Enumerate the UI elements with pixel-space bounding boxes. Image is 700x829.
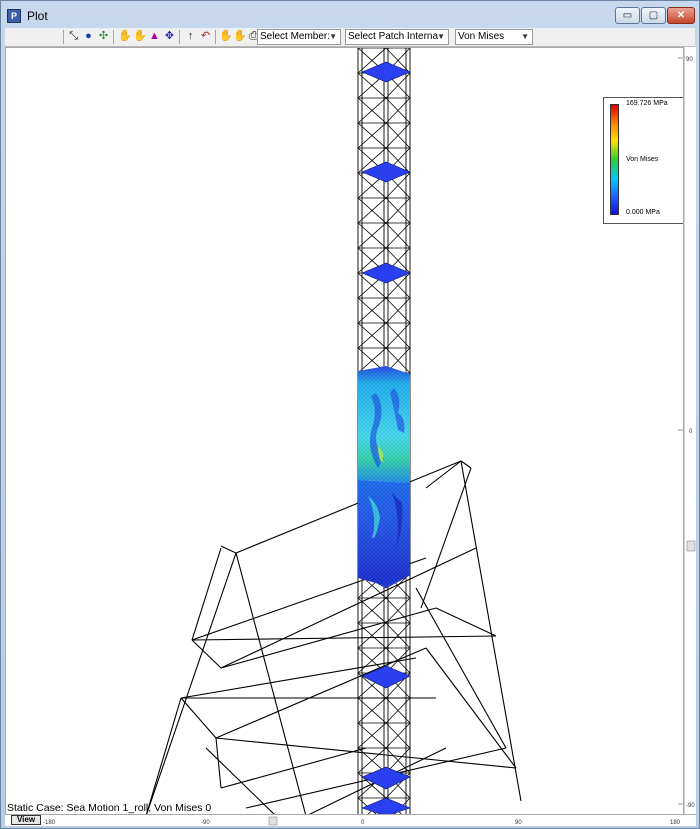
status-text: Static Case: Sea Motion 1_roll, Von Mise… [7,802,212,814]
toolbar-separator [179,30,180,44]
zoom-out-icon[interactable]: ✋ [233,30,247,43]
x-tick: -180 [43,820,56,826]
result-type-dropdown[interactable]: Von Mises ▼ [455,29,533,45]
isometric-view-icon[interactable]: ⤡ [67,30,80,43]
render-sphere-icon[interactable]: ● [82,30,95,43]
plane-view-icon[interactable]: ✣ [97,30,110,43]
maximize-button[interactable]: ▢ [641,7,666,24]
legend-min-value: 0.000 MPa [626,209,660,216]
legend-max-value: 169.726 MPa [626,100,668,107]
x-tick: -90 [201,820,210,826]
stress-legend: 169.726 MPa Von Mises 0.000 MPa [603,97,683,224]
rotate-z-icon[interactable]: ▲ [148,30,161,43]
vertical-scroll-thumb [686,540,696,552]
select-patch-dropdown[interactable]: Select Patch Interna ▼ [345,29,449,45]
toolbar-separator [215,30,216,44]
close-button[interactable]: ✕ [667,7,695,24]
result-type-label: Von Mises [458,31,505,42]
window-title: Plot [27,9,48,23]
plot-canvas[interactable]: 169.726 MPa Von Mises 0.000 MPa [5,47,684,815]
plot-app-icon[interactable]: P [7,9,21,23]
select-patch-label: Select Patch Interna [348,31,439,42]
jacket-frame [146,460,522,814]
minimize-button[interactable]: ▭ [615,7,640,24]
y-tick: -90 [686,803,695,809]
legend-label: Von Mises [626,156,659,163]
chevron-down-icon: ▼ [329,32,337,41]
y-tick: 0 [689,429,693,435]
x-tick: 180 [670,820,681,826]
horizontal-scroll-thumb [268,816,278,826]
chevron-down-icon: ▼ [437,32,445,41]
rotate-x-icon[interactable]: ✋ [118,30,132,43]
chevron-down-icon: ▼ [521,32,529,41]
zoom-in-icon[interactable]: ✋ [219,30,233,43]
toolbar-separator [113,30,114,44]
x-tick: 0 [361,820,365,826]
stress-contour-patch [358,366,410,586]
rotate-y-icon[interactable]: ✋ [133,30,147,43]
arrow-up-icon[interactable]: ↑ [184,30,197,43]
horizontal-ruler[interactable]: View -180 -90 0 90 180 [5,814,696,826]
select-member-dropdown[interactable]: Select Member: ▼ [257,29,341,45]
undo-icon[interactable]: ↶ [199,30,212,43]
toolbar: ⤡ ● ✣ ✋ ✋ ▲ ✥ ↑ ↶ ✋ ✋ ⎙ Select Member: ▼… [5,28,695,47]
vertical-ruler[interactable]: 90 0 -90 [684,47,696,815]
select-member-label: Select Member: [260,31,331,42]
pan-icon[interactable]: ✥ [163,30,176,43]
title-bar[interactable]: P Plot ▭ ▢ ✕ [1,1,699,29]
structure-model[interactable] [6,48,684,815]
color-scale-bar [610,104,619,215]
x-tick: 90 [515,820,522,826]
plot-window: P Plot ▭ ▢ ✕ ⤡ ● ✣ ✋ ✋ ▲ ✥ ↑ ↶ ✋ ✋ ⎙ Sel… [0,0,700,829]
y-tick: 90 [686,57,693,63]
toolbar-separator [63,30,64,44]
